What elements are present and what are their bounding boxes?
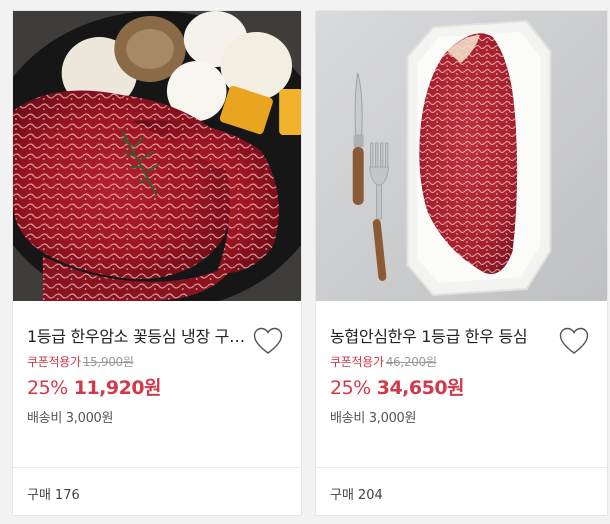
card-footer: 구매 176: [13, 467, 301, 515]
product-grid: 1등급 한우암소 꽃등심 냉장 구이용 쿠폰적용가 15,900원 25% 11,9…: [0, 0, 610, 524]
purchase-label: 구매: [27, 488, 51, 503]
beef-steak-on-plate-image: [316, 11, 607, 301]
shipping-fee: 배송비 3,000원: [27, 411, 114, 426]
product-card[interactable]: 1등급 한우암소 꽃등심 냉장 구이용 쿠폰적용가 15,900원 25% 11,9…: [12, 10, 302, 516]
product-title[interactable]: 농협안심한우 1등급 한우 등심: [330, 323, 552, 347]
discount-rate: 25%: [27, 377, 68, 399]
coupon-price-row: 쿠폰적용가 15,900원: [27, 353, 134, 370]
purchase-number: 176: [54, 488, 80, 503]
original-price: 15,900원: [82, 355, 134, 369]
shipping-fee: 배송비 3,000원: [330, 411, 417, 426]
product-info: 농협안심한우 1등급 한우 등심 쿠폰적용가 46,200원 25% 34,650원…: [316, 301, 607, 469]
price-row: 25% 11,920원: [27, 373, 162, 400]
product-info: 1등급 한우암소 꽃등심 냉장 구이용 쿠폰적용가 15,900원 25% 11,9…: [13, 301, 301, 469]
product-image[interactable]: [13, 11, 301, 301]
purchase-number: 204: [357, 488, 383, 503]
purchase-count: 구매 176: [27, 484, 80, 503]
product-title[interactable]: 1등급 한우암소 꽃등심 냉장 구이용: [27, 323, 249, 347]
coupon-label: 쿠폰적용가: [27, 355, 81, 369]
coupon-label: 쿠폰적용가: [330, 355, 384, 369]
purchase-label: 구매: [330, 488, 354, 503]
sale-price: 11,920원: [73, 377, 162, 399]
discount-rate: 25%: [330, 377, 371, 399]
card-footer: 구매 204: [316, 467, 607, 515]
product-card[interactable]: 농협안심한우 1등급 한우 등심 쿠폰적용가 46,200원 25% 34,650원…: [315, 10, 608, 516]
price-row: 25% 34,650원: [330, 373, 465, 400]
original-price: 46,200원: [385, 355, 437, 369]
product-image[interactable]: [316, 11, 607, 301]
ribeye-steak-image: [13, 11, 301, 301]
purchase-count: 구매 204: [330, 484, 383, 503]
coupon-price-row: 쿠폰적용가 46,200원: [330, 353, 437, 370]
heart-outline-icon[interactable]: [559, 327, 589, 355]
sale-price: 34,650원: [376, 377, 465, 399]
heart-outline-icon[interactable]: [253, 327, 283, 355]
